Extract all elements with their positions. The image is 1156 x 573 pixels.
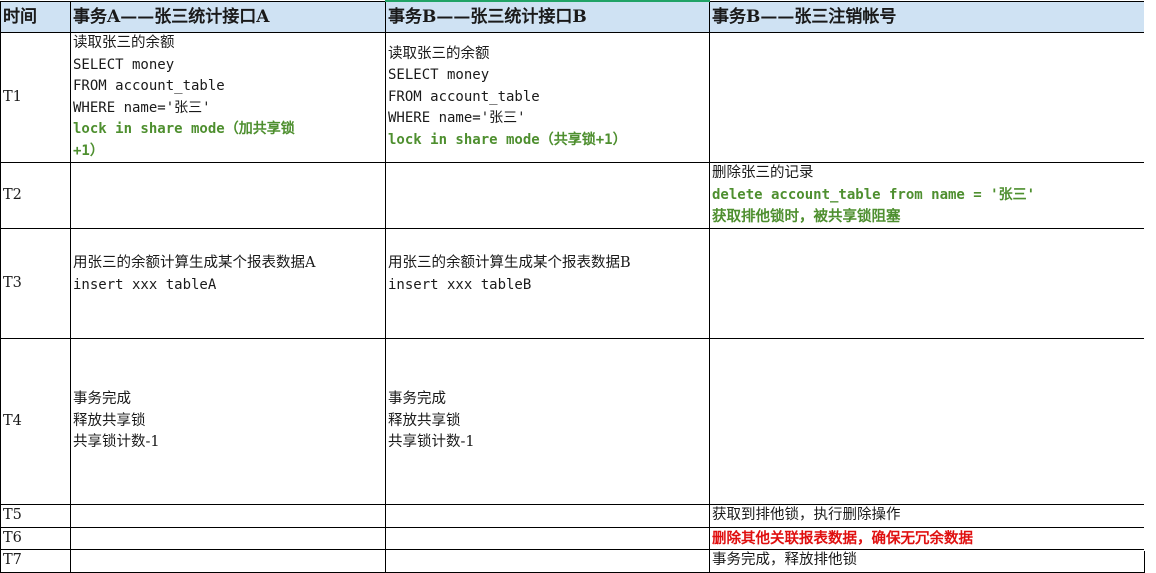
table-row-t2: T2 删除张三的记录 delete account_table from nam… <box>0 162 1145 229</box>
table-row-t4: T4 事务完成 释放共享锁 共享锁计数-1 事务完成 释放共享锁 共享锁计数-1 <box>0 338 1145 505</box>
table-row-t5: T5 获取到排他锁，执行删除操作 <box>0 504 1145 528</box>
code-line: FROM account_table <box>388 88 540 105</box>
text-line: 读取张三的余额 <box>73 35 175 51</box>
cell-t6-transaction-cancel[interactable]: 删除其他关联报表数据，确保无冗余数据 <box>709 526 1145 550</box>
spreadsheet-table: 时间 事务A——张三统计接口A 事务B——张三统计接口B 事务B——张三注销帐号… <box>0 0 1145 573</box>
cell-t1-transaction-a[interactable]: 读取张三的余额 SELECT money FROM account_table … <box>70 32 386 163</box>
time-cell-t1[interactable]: T1 <box>0 32 71 163</box>
table-row-t6: T6 删除其他关联报表数据，确保无冗余数据 <box>0 526 1145 550</box>
code-line: WHERE name='张三' <box>388 110 526 127</box>
text-line: 共享锁计数-1 <box>388 434 475 451</box>
cell-t7-transaction-cancel[interactable]: 事务完成，释放排他锁 <box>709 549 1145 573</box>
cell-t5-transaction-b[interactable] <box>385 504 710 528</box>
table-row-t3: T3 用张三的余额计算生成某个报表数据A insert xxx tableA 用… <box>0 228 1145 339</box>
cell-t3-transaction-a[interactable]: 用张三的余额计算生成某个报表数据A insert xxx tableA <box>70 228 386 339</box>
green-code-line: lock in share mode（共享锁+1） <box>388 131 627 148</box>
cell-t5-transaction-a[interactable] <box>70 504 386 528</box>
green-code-line: delete account_table from name = '张三' <box>712 186 1036 203</box>
cell-t4-transaction-a[interactable]: 事务完成 释放共享锁 共享锁计数-1 <box>70 338 386 505</box>
text-line: 释放共享锁 <box>388 412 461 429</box>
cell-t7-transaction-b[interactable] <box>385 549 710 573</box>
cell-t6-transaction-a[interactable] <box>70 526 386 550</box>
green-code-line: +1） <box>73 142 104 159</box>
time-cell-t6[interactable]: T6 <box>0 526 71 550</box>
cell-t6-transaction-b[interactable] <box>385 526 710 550</box>
cell-t3-transaction-b[interactable]: 用张三的余额计算生成某个报表数据B insert xxx tableB <box>385 228 710 339</box>
header-cell-time[interactable]: 时间 <box>0 0 71 33</box>
time-cell-t3[interactable]: T3 <box>0 228 71 339</box>
green-text-line: 获取排他锁时，被共享锁阻塞 <box>712 208 901 226</box>
cell-t4-transaction-b[interactable]: 事务完成 释放共享锁 共享锁计数-1 <box>385 338 710 505</box>
text-line: 共享锁计数-1 <box>73 434 160 451</box>
table-row-t1: T1 读取张三的余额 SELECT money FROM account_tab… <box>0 32 1145 163</box>
time-cell-t7[interactable]: T7 <box>0 549 71 573</box>
header-cell-transaction-b[interactable]: 事务B——张三统计接口B <box>385 0 710 33</box>
cell-t2-transaction-b[interactable] <box>385 162 710 229</box>
text-line: 用张三的余额计算生成某个报表数据A <box>73 255 316 271</box>
code-line: SELECT money <box>73 56 175 73</box>
code-line: SELECT money <box>388 67 490 84</box>
cell-t3-transaction-cancel[interactable] <box>709 228 1145 339</box>
header-row: 时间 事务A——张三统计接口A 事务B——张三统计接口B 事务B——张三注销帐号 <box>0 0 1145 33</box>
cell-t1-transaction-cancel[interactable] <box>709 32 1145 163</box>
cell-t5-transaction-cancel[interactable]: 获取到排他锁，执行删除操作 <box>709 504 1145 528</box>
green-code-line: lock in share mode（加共享锁 <box>73 121 295 137</box>
text-line: 事务完成 <box>388 391 446 408</box>
time-cell-t5[interactable]: T5 <box>0 504 71 528</box>
text-line: 释放共享锁 <box>73 412 146 429</box>
cell-t7-transaction-a[interactable] <box>70 549 386 573</box>
time-cell-t4[interactable]: T4 <box>0 338 71 505</box>
cell-t2-transaction-cancel[interactable]: 删除张三的记录 delete account_table from name =… <box>709 162 1145 229</box>
text-line: 用张三的余额计算生成某个报表数据B <box>388 255 631 271</box>
cell-t2-transaction-a[interactable] <box>70 162 386 229</box>
code-line: WHERE name='张三' <box>73 99 211 116</box>
table-row-t7: T7 事务完成，释放排他锁 <box>0 549 1145 573</box>
code-line: FROM account_table <box>73 78 225 94</box>
text-line: 删除张三的记录 <box>712 165 814 182</box>
header-cell-transaction-a[interactable]: 事务A——张三统计接口A <box>70 0 386 33</box>
cell-t1-transaction-b[interactable]: 读取张三的余额 SELECT money FROM account_table … <box>385 32 710 163</box>
header-cell-transaction-cancel[interactable]: 事务B——张三注销帐号 <box>709 0 1145 33</box>
text-line: 读取张三的余额 <box>388 45 490 62</box>
cell-t4-transaction-cancel[interactable] <box>709 338 1145 505</box>
sheet-margin <box>1144 0 1156 551</box>
text-line: 事务完成 <box>73 391 131 408</box>
code-line: insert xxx tableB <box>388 276 532 293</box>
time-cell-t2[interactable]: T2 <box>0 162 71 229</box>
code-line: insert xxx tableA <box>73 276 217 293</box>
